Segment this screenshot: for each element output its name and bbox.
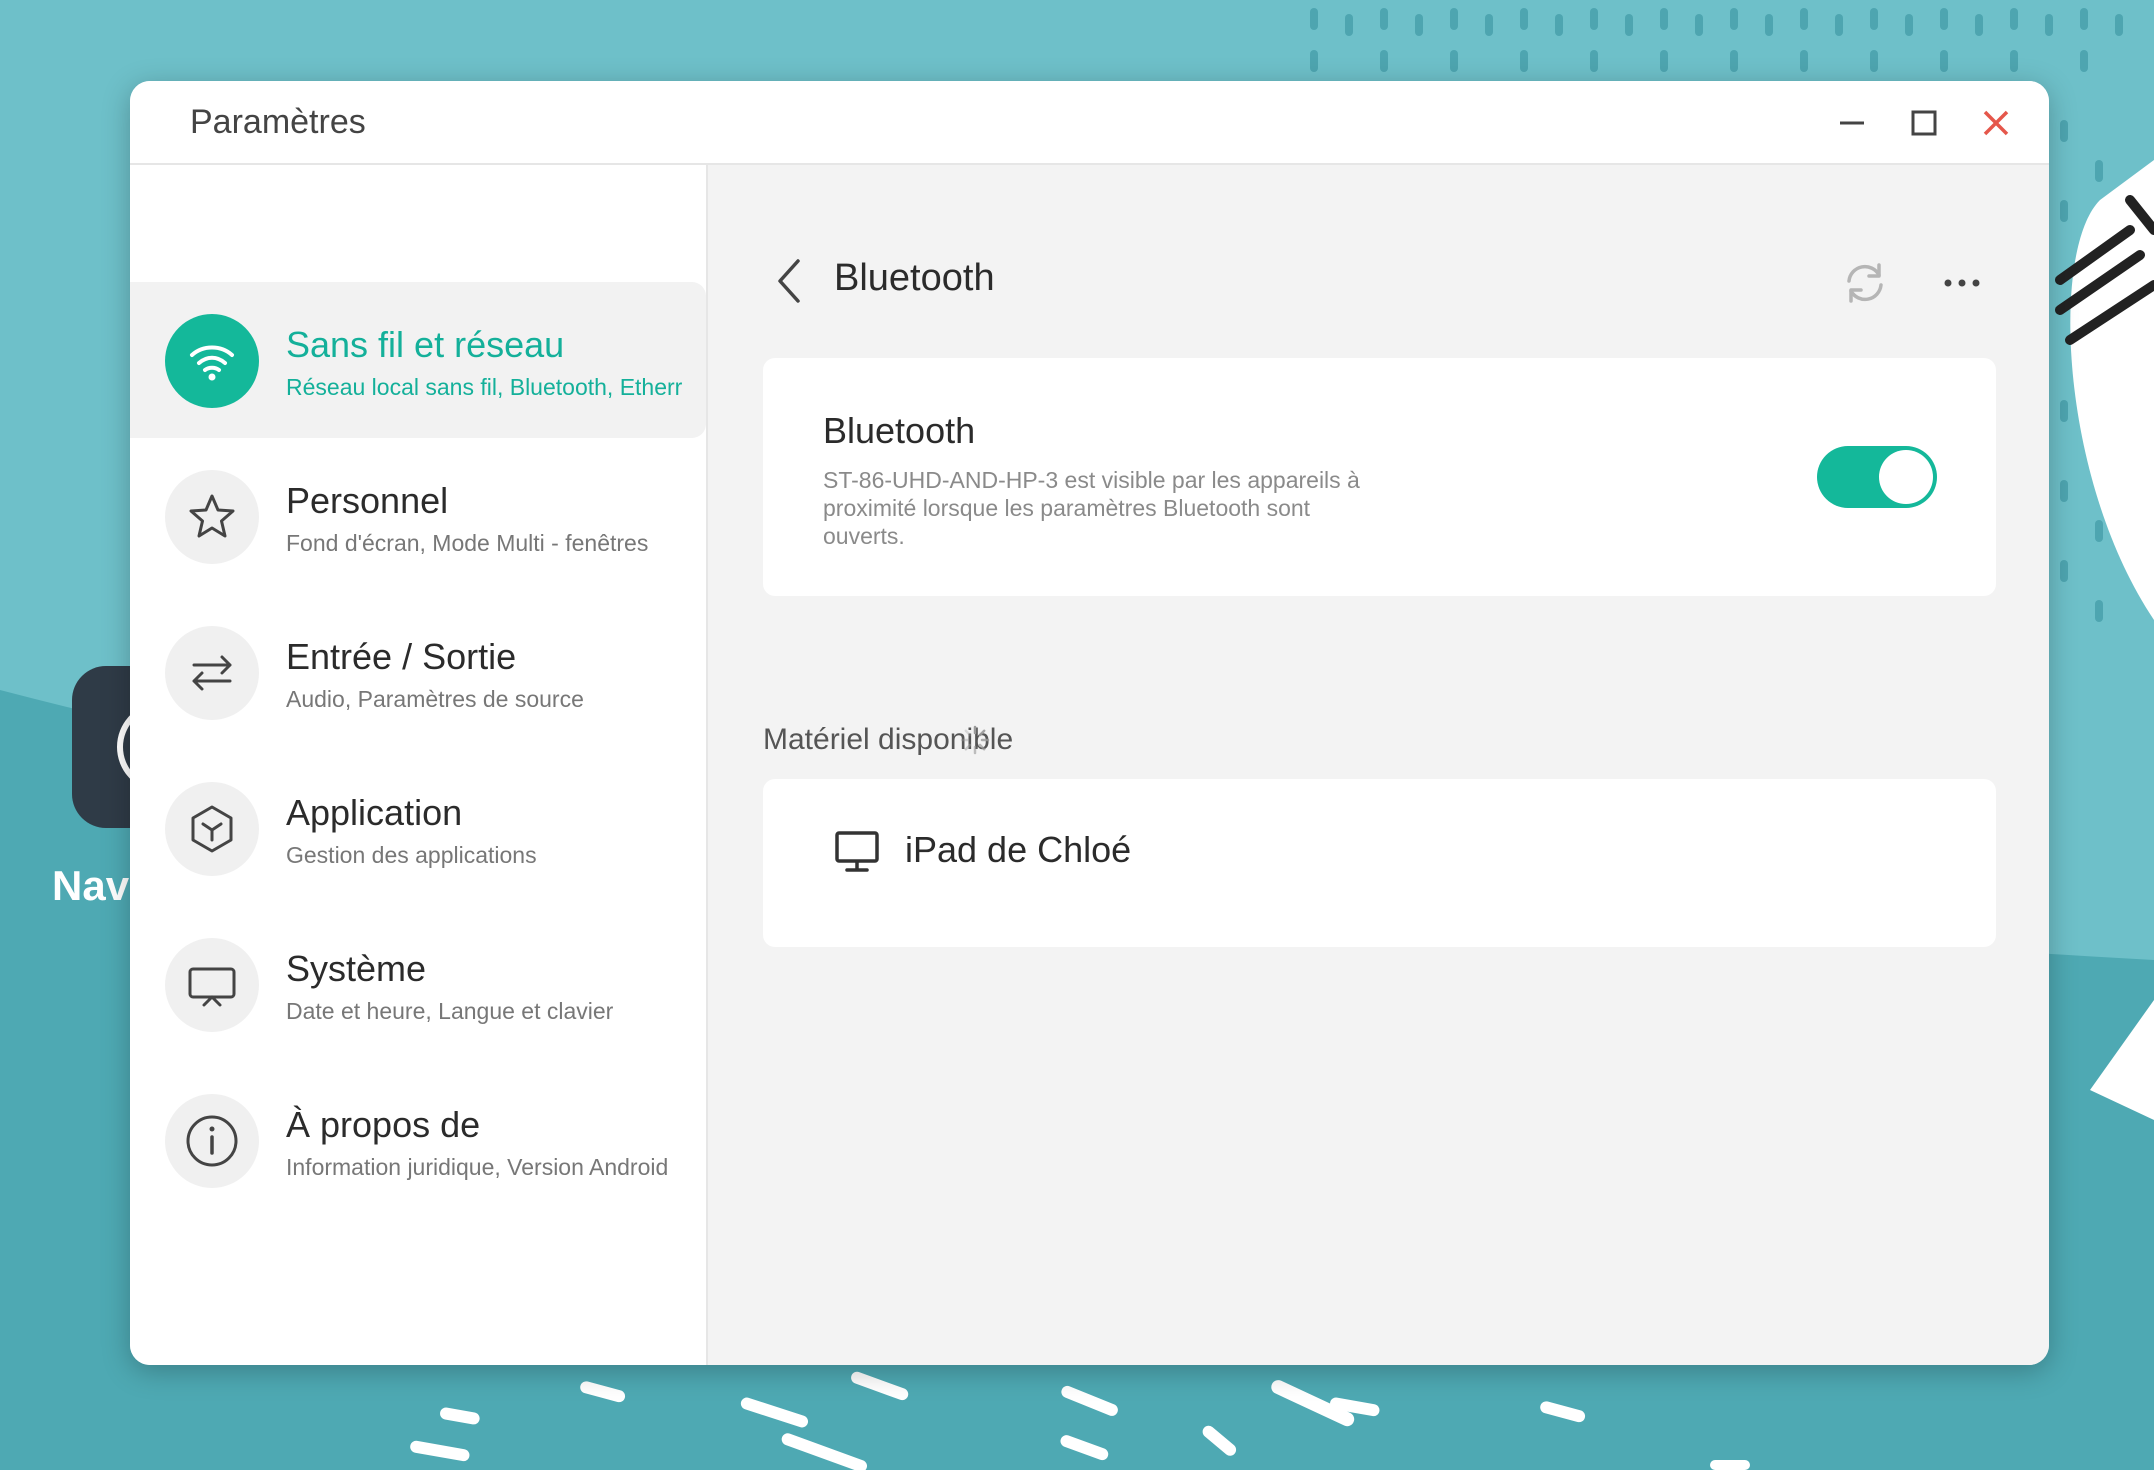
bluetooth-label: Bluetooth bbox=[823, 410, 976, 451]
bluetooth-toggle-card: Bluetooth ST-86-UHD-AND-HP-3 est visible… bbox=[763, 358, 1996, 596]
bluetooth-panel: Bluetooth Bluetooth ST-86-UHD-AND-HP-3 e… bbox=[708, 165, 2049, 1365]
minimize-icon bbox=[1840, 121, 1864, 125]
sidebar-item-title: Personnel bbox=[286, 480, 449, 521]
refresh-button[interactable] bbox=[1839, 257, 1891, 309]
bluetooth-toggle[interactable] bbox=[1817, 446, 1937, 508]
sidebar-item-input-output[interactable]: Entrée / Sortie Audio, Paramètres de sou… bbox=[130, 594, 706, 750]
cube-icon bbox=[165, 782, 259, 876]
toggle-knob bbox=[1879, 450, 1933, 504]
window-title: Paramètres bbox=[190, 103, 366, 141]
sidebar-item-subtitle: Fond d'écran, Mode Multi - fenêtres bbox=[286, 530, 649, 556]
sidebar-item-title: Système bbox=[286, 948, 427, 989]
sidebar-item-title: Entrée / Sortie bbox=[286, 636, 517, 677]
bluetooth-description: ST-86-UHD-AND-HP-3 est visible par les a… bbox=[823, 467, 1360, 549]
settings-sidebar: Sans fil et réseau Réseau local sans fil… bbox=[130, 165, 708, 1365]
sidebar-item-subtitle: Gestion des applications bbox=[286, 842, 537, 868]
page-title: Bluetooth bbox=[834, 257, 995, 299]
refresh-icon bbox=[1847, 263, 1883, 303]
back-button[interactable] bbox=[768, 253, 812, 309]
swap-arrows-icon bbox=[165, 626, 259, 720]
presentation-screen-icon bbox=[165, 938, 259, 1032]
title-bar: Paramètres bbox=[130, 81, 2049, 165]
close-button[interactable] bbox=[1974, 101, 2018, 145]
sidebar-item-application[interactable]: Application Gestion des applications bbox=[130, 750, 706, 906]
sidebar-item-title: Sans fil et réseau bbox=[286, 324, 565, 365]
monitor-icon bbox=[835, 831, 879, 872]
minimize-button[interactable] bbox=[1830, 101, 1874, 145]
device-list-item[interactable]: iPad de Chloé bbox=[763, 779, 1996, 947]
info-icon bbox=[165, 1094, 259, 1188]
chevron-left-icon bbox=[778, 259, 800, 303]
wifi-icon bbox=[165, 314, 259, 408]
star-icon bbox=[165, 470, 259, 564]
sidebar-item-wireless-network[interactable]: Sans fil et réseau Réseau local sans fil… bbox=[130, 282, 706, 438]
sidebar-item-about[interactable]: À propos de Information juridique, Versi… bbox=[130, 1062, 706, 1218]
sidebar-item-subtitle: Information juridique, Version Android bbox=[286, 1154, 669, 1180]
more-horizontal-icon bbox=[1944, 279, 1980, 287]
sidebar-item-system[interactable]: Système Date et heure, Langue et clavier bbox=[130, 906, 706, 1062]
settings-window: Paramètres Sans fil et réseau Réseau loc… bbox=[130, 81, 2049, 1365]
sidebar-item-subtitle: Réseau local sans fil, Bluetooth, Etherr bbox=[286, 374, 683, 400]
sidebar-item-title: À propos de bbox=[286, 1104, 481, 1145]
sidebar-item-subtitle: Audio, Paramètres de source bbox=[286, 686, 584, 712]
loading-spinner-icon bbox=[960, 725, 990, 755]
sidebar-item-title: Application bbox=[286, 792, 463, 833]
sidebar-item-personal[interactable]: Personnel Fond d'écran, Mode Multi - fen… bbox=[130, 438, 706, 594]
maximize-button[interactable] bbox=[1902, 101, 1946, 145]
browser-app-label[interactable]: Navi bbox=[52, 862, 141, 910]
sidebar-item-subtitle: Date et heure, Langue et clavier bbox=[286, 998, 614, 1024]
maximize-icon bbox=[1911, 110, 1937, 136]
close-icon bbox=[1983, 110, 2009, 136]
device-name: iPad de Chloé bbox=[905, 829, 1132, 870]
more-options-button[interactable] bbox=[1936, 257, 1988, 309]
